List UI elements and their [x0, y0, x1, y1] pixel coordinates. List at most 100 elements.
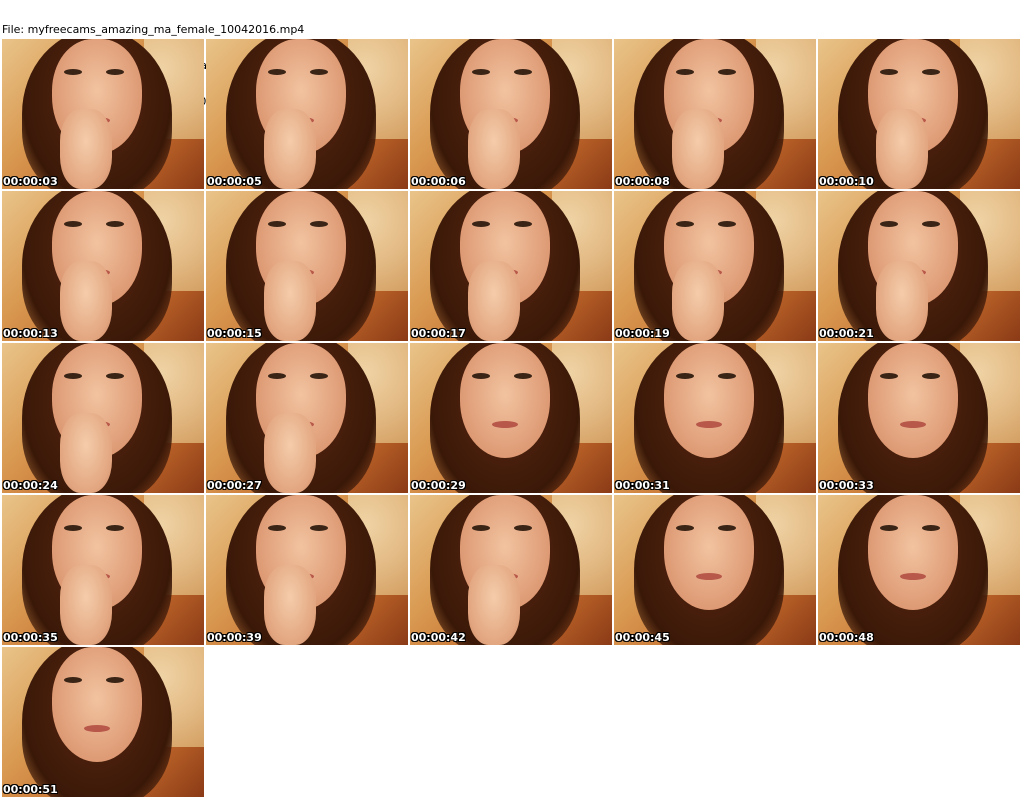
mouth: [492, 421, 518, 428]
left-eye: [880, 525, 898, 531]
left-eye: [268, 373, 286, 379]
thumbnail-frame: 00:00:15: [206, 191, 408, 341]
right-eye: [514, 221, 532, 227]
thumbnail-frame: 00:00:19: [614, 191, 816, 341]
left-eye: [880, 69, 898, 75]
thumbnail-frame: 00:00:35: [2, 495, 204, 645]
right-eye: [922, 525, 940, 531]
left-eye: [472, 221, 490, 227]
right-eye: [922, 221, 940, 227]
left-eye: [268, 221, 286, 227]
hand: [60, 261, 112, 341]
left-eye: [880, 221, 898, 227]
left-eye: [676, 525, 694, 531]
thumbnail-frame: 00:00:29: [410, 343, 612, 493]
hand: [876, 109, 928, 189]
thumbnail-timestamp: 00:00:06: [411, 175, 466, 188]
thumbnail-frame: 00:00:48: [818, 495, 1020, 645]
left-eye: [268, 69, 286, 75]
right-eye: [310, 373, 328, 379]
right-eye: [106, 69, 124, 75]
right-eye: [922, 373, 940, 379]
thumbnail-frame: 00:00:31: [614, 343, 816, 493]
mouth: [900, 573, 926, 580]
left-eye: [64, 221, 82, 227]
right-eye: [514, 69, 532, 75]
thumbnail-frame: 00:00:17: [410, 191, 612, 341]
hand: [264, 261, 316, 341]
thumbnail-frame: 00:00:33: [818, 343, 1020, 493]
thumbnail-timestamp: 00:00:31: [615, 479, 670, 492]
thumbnail-timestamp: 00:00:48: [819, 631, 874, 644]
left-eye: [64, 69, 82, 75]
thumbnail-frame: 00:00:42: [410, 495, 612, 645]
left-eye: [472, 373, 490, 379]
thumbnail-frame: 00:00:10: [818, 39, 1020, 189]
right-eye: [922, 69, 940, 75]
face: [664, 343, 754, 458]
left-eye: [472, 525, 490, 531]
thumbnail-timestamp: 00:00:08: [615, 175, 670, 188]
thumbnail-frame: 00:00:27: [206, 343, 408, 493]
hand: [60, 565, 112, 645]
right-eye: [718, 221, 736, 227]
right-eye: [514, 525, 532, 531]
thumbnail-timestamp: 00:00:10: [819, 175, 874, 188]
right-eye: [514, 373, 532, 379]
right-eye: [718, 525, 736, 531]
thumbnail-timestamp: 00:00:21: [819, 327, 874, 340]
thumbnail-timestamp: 00:00:51: [3, 783, 58, 796]
right-eye: [310, 221, 328, 227]
thumbnail-timestamp: 00:00:29: [411, 479, 466, 492]
left-eye: [64, 677, 82, 683]
face: [868, 343, 958, 458]
thumbnail-timestamp: 00:00:35: [3, 631, 58, 644]
thumbnail-timestamp: 00:00:05: [207, 175, 262, 188]
thumbnail-frame: 00:00:45: [614, 495, 816, 645]
left-eye: [676, 373, 694, 379]
left-eye: [268, 525, 286, 531]
thumbnail-timestamp: 00:00:19: [615, 327, 670, 340]
thumbnail-frame: 00:00:39: [206, 495, 408, 645]
right-eye: [718, 69, 736, 75]
hand: [60, 109, 112, 189]
right-eye: [310, 69, 328, 75]
mouth: [696, 573, 722, 580]
thumbnail-timestamp: 00:00:39: [207, 631, 262, 644]
hand: [468, 109, 520, 189]
thumbnail-frame: 00:00:08: [614, 39, 816, 189]
mouth: [900, 421, 926, 428]
thumbnail-timestamp: 00:00:17: [411, 327, 466, 340]
face: [868, 495, 958, 610]
thumbnail-frame: 00:00:03: [2, 39, 204, 189]
thumbnail-timestamp: 00:00:45: [615, 631, 670, 644]
mouth: [84, 725, 110, 732]
left-eye: [676, 221, 694, 227]
thumbnail-frame: 00:00:51: [2, 647, 204, 797]
face: [664, 495, 754, 610]
hand: [672, 109, 724, 189]
thumbnail-timestamp: 00:00:42: [411, 631, 466, 644]
hand: [264, 565, 316, 645]
face: [52, 647, 142, 762]
right-eye: [310, 525, 328, 531]
thumbnail-frame: 00:00:05: [206, 39, 408, 189]
thumbnail-frame: 00:00:21: [818, 191, 1020, 341]
thumbnail-frame: 00:00:24: [2, 343, 204, 493]
thumbnail-timestamp: 00:00:27: [207, 479, 262, 492]
right-eye: [718, 373, 736, 379]
left-eye: [64, 373, 82, 379]
left-eye: [472, 69, 490, 75]
hand: [876, 261, 928, 341]
hand: [468, 565, 520, 645]
right-eye: [106, 677, 124, 683]
thumbnail-timestamp: 00:00:15: [207, 327, 262, 340]
file-name-line: File: myfreecams_amazing_ma_female_10042…: [2, 23, 305, 36]
hand: [264, 109, 316, 189]
thumbnail-timestamp: 00:00:13: [3, 327, 58, 340]
left-eye: [880, 373, 898, 379]
mouth: [696, 421, 722, 428]
thumbnail-timestamp: 00:00:03: [3, 175, 58, 188]
hand: [672, 261, 724, 341]
face: [460, 343, 550, 458]
